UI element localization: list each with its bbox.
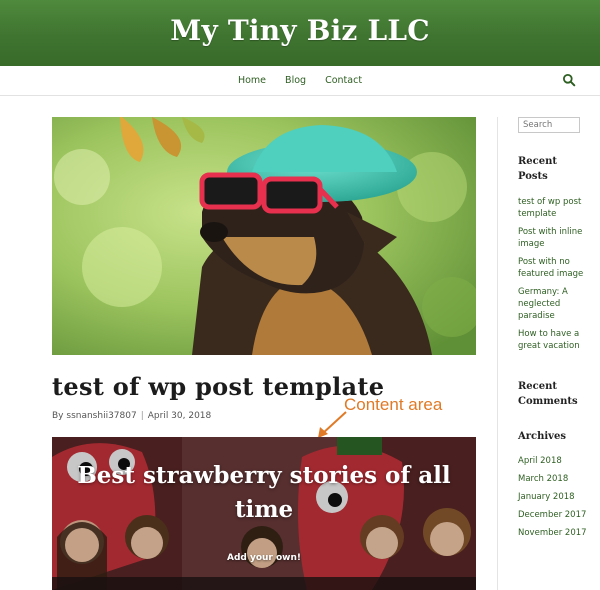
annotation-label: Content area — [344, 395, 443, 414]
site-header: My Tiny Biz LLC — [0, 0, 600, 66]
site-title[interactable]: My Tiny Biz LLC — [0, 14, 600, 47]
annotation-arrow-icon — [318, 411, 347, 438]
sidebar-search-input[interactable] — [518, 117, 580, 133]
nav-item-home[interactable]: Home — [238, 75, 266, 86]
nav-menu: Home Blog Contact — [0, 75, 600, 86]
hero-subheading: Add your own! — [226, 553, 302, 563]
nav-item-blog[interactable]: Blog — [285, 75, 306, 86]
archive-link[interactable]: November 2017 — [518, 527, 590, 539]
recent-comments-title: Recent Comments — [518, 381, 578, 407]
main-navigation: Home Blog Contact — [0, 66, 600, 96]
meta-separator: | — [140, 411, 144, 421]
archive-link[interactable]: January 2018 — [518, 491, 590, 503]
archive-link[interactable]: December 2017 — [518, 509, 590, 521]
recent-posts-list: test of wp post template Post with inlin… — [518, 196, 590, 358]
recent-post-link[interactable]: Germany: A neglected paradise — [518, 286, 590, 322]
dog-photo — [52, 117, 476, 355]
recent-post-link[interactable]: test of wp post template — [518, 196, 590, 220]
hero-heading: Best strawberry stories of all time — [77, 462, 451, 523]
sidebar-divider — [497, 117, 498, 590]
recent-post-link[interactable]: How to have a great vacation — [518, 328, 590, 352]
archives-title: Archives — [518, 431, 566, 442]
featured-image — [52, 117, 476, 355]
hero-block: Best strawberry stories of all time Add … — [52, 437, 476, 590]
post-date[interactable]: April 30, 2018 — [148, 411, 212, 421]
post-meta: By ssnanshii37807 | April 30, 2018 — [52, 411, 212, 421]
archives-list: April 2018 March 2018 January 2018 Decem… — [518, 455, 590, 545]
recent-post-link[interactable]: Post with no featured image — [518, 256, 590, 280]
archive-link[interactable]: March 2018 — [518, 473, 590, 485]
archive-link[interactable]: April 2018 — [518, 455, 590, 467]
recent-post-link[interactable]: Post with inline image — [518, 226, 590, 250]
post-author[interactable]: ssnanshii37807 — [66, 411, 136, 421]
search-icon[interactable] — [562, 73, 576, 87]
recent-posts-title: Recent Posts — [518, 156, 558, 182]
nav-item-contact[interactable]: Contact — [325, 75, 362, 86]
